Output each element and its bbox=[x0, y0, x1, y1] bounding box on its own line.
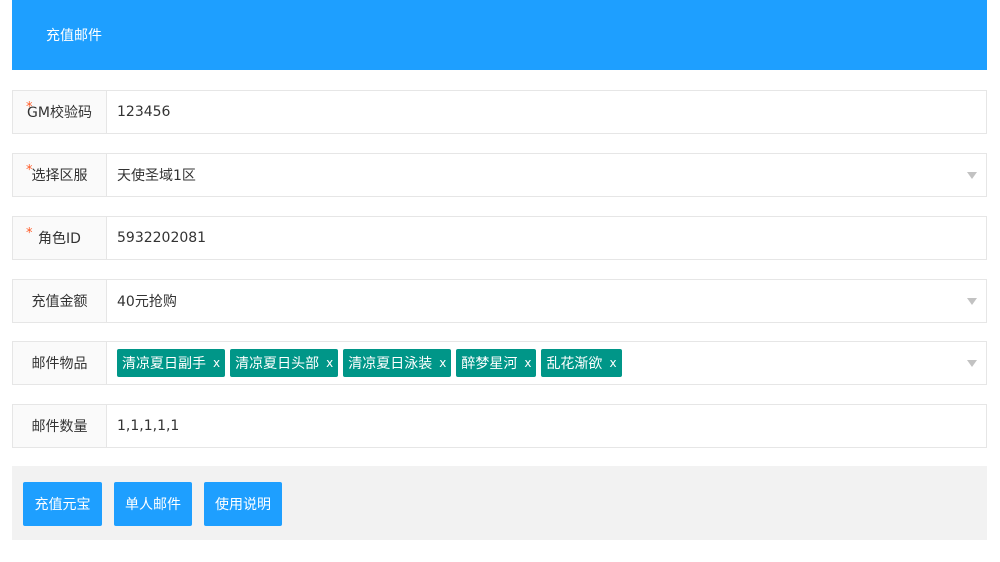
quantity-label-cell: 邮件数量 bbox=[13, 405, 107, 447]
close-icon[interactable]: x bbox=[524, 356, 531, 370]
gm-code-input[interactable]: 123456 bbox=[107, 91, 986, 133]
item-tag-label: 乱花渐欲 bbox=[546, 356, 603, 372]
close-icon[interactable]: x bbox=[213, 356, 220, 370]
close-icon[interactable]: x bbox=[609, 356, 616, 370]
item-tag: 清凉夏日泳装 x bbox=[343, 349, 452, 377]
server-label-cell: * 选择区服 bbox=[13, 154, 107, 196]
amount-row: 充值金额 40元抢购 bbox=[12, 279, 987, 323]
caret-down-icon[interactable] bbox=[967, 172, 977, 179]
quantity-value: 1,1,1,1,1 bbox=[117, 418, 180, 434]
item-tag-label: 醉梦星河 bbox=[461, 356, 518, 372]
page-header: 充值邮件 bbox=[12, 0, 987, 70]
amount-select[interactable]: 40元抢购 bbox=[107, 280, 986, 322]
close-icon[interactable]: x bbox=[326, 356, 333, 370]
required-mark: * bbox=[26, 226, 33, 241]
gm-code-label-cell: * GM校验码 bbox=[13, 91, 107, 133]
item-tag-label: 清凉夏日副手 bbox=[122, 356, 206, 372]
recharge-button[interactable]: 充值元宝 bbox=[23, 482, 102, 526]
mail-items-label-cell: 邮件物品 bbox=[13, 342, 107, 384]
mail-items-select[interactable]: 清凉夏日副手 x 清凉夏日头部 x 清凉夏日泳装 x 醉梦星河 x 乱花渐欲 x bbox=[107, 342, 986, 384]
mail-items-label: 邮件物品 bbox=[31, 356, 88, 372]
amount-label: 充值金额 bbox=[31, 294, 88, 310]
item-tag-label: 清凉夏日泳装 bbox=[348, 356, 433, 372]
button-bar: 充值元宝 单人邮件 使用说明 bbox=[12, 466, 987, 540]
item-tag: 乱花渐欲 x bbox=[541, 349, 622, 377]
gm-code-value: 123456 bbox=[117, 104, 171, 120]
required-mark: * bbox=[26, 163, 33, 178]
item-tag: 醉梦星河 x bbox=[456, 349, 537, 377]
gm-code-row: * GM校验码 123456 bbox=[12, 90, 987, 134]
server-value: 天使圣域1区 bbox=[117, 168, 196, 184]
quantity-input[interactable]: 1,1,1,1,1 bbox=[107, 405, 986, 447]
role-id-row: * 角色ID 5932202081 bbox=[12, 216, 987, 260]
server-select[interactable]: 天使圣域1区 bbox=[107, 154, 986, 196]
role-id-label-cell: * 角色ID bbox=[13, 217, 107, 259]
server-row: * 选择区服 天使圣域1区 bbox=[12, 153, 987, 197]
item-tag: 清凉夏日副手 x bbox=[117, 349, 226, 377]
item-tag: 清凉夏日头部 x bbox=[230, 349, 339, 377]
role-id-input[interactable]: 5932202081 bbox=[107, 217, 986, 259]
quantity-row: 邮件数量 1,1,1,1,1 bbox=[12, 404, 987, 448]
mail-items-row: 邮件物品 清凉夏日副手 x 清凉夏日头部 x 清凉夏日泳装 x 醉梦星河 x 乱… bbox=[12, 341, 987, 385]
close-icon[interactable]: x bbox=[439, 356, 446, 370]
caret-down-icon[interactable] bbox=[967, 298, 977, 305]
amount-value: 40元抢购 bbox=[117, 294, 177, 310]
server-label: 选择区服 bbox=[31, 168, 88, 184]
gm-code-label: GM校验码 bbox=[27, 105, 92, 121]
quantity-label: 邮件数量 bbox=[31, 419, 88, 435]
role-id-value: 5932202081 bbox=[117, 230, 207, 246]
caret-down-icon[interactable] bbox=[967, 360, 977, 367]
instructions-button[interactable]: 使用说明 bbox=[204, 482, 282, 526]
required-mark: * bbox=[26, 100, 33, 115]
role-id-label: 角色ID bbox=[38, 231, 81, 247]
page-title: 充值邮件 bbox=[46, 28, 102, 44]
item-tag-label: 清凉夏日头部 bbox=[235, 356, 320, 372]
single-mail-button[interactable]: 单人邮件 bbox=[114, 482, 192, 526]
amount-label-cell: 充值金额 bbox=[13, 280, 107, 322]
